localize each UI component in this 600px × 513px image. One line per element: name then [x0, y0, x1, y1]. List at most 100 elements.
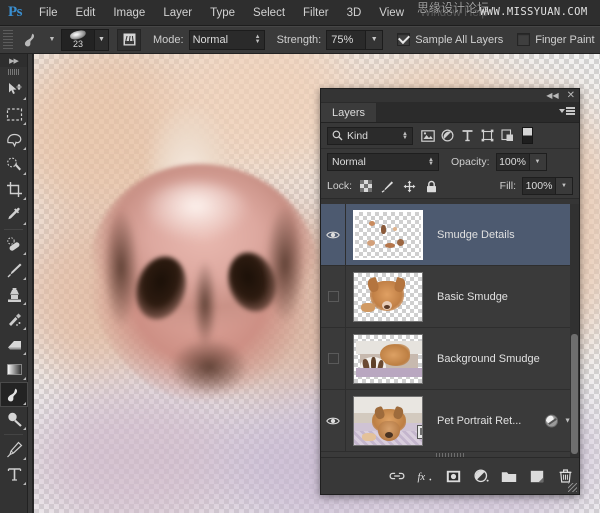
- new-layer-button[interactable]: [529, 467, 545, 485]
- layer-fx-icon[interactable]: [545, 414, 559, 427]
- opacity-label: Opacity:: [451, 155, 490, 168]
- layer-blend-mode-value: Normal: [332, 155, 366, 168]
- layer-visibility-toggle[interactable]: [321, 327, 346, 390]
- layer-name[interactable]: Pet Portrait Ret...: [437, 415, 521, 427]
- opacity-chevron-down-icon[interactable]: ▼: [529, 152, 547, 171]
- layer-visibility-toggle[interactable]: [321, 204, 346, 266]
- brush-size-preview[interactable]: 23: [61, 28, 95, 51]
- layer-thumbnail[interactable]: [353, 333, 423, 384]
- layer-thumbnail[interactable]: [353, 271, 423, 322]
- table-row[interactable]: Basic Smudge: [321, 265, 579, 328]
- smudge-tool-icon[interactable]: [17, 28, 45, 52]
- tab-layers[interactable]: Layers: [321, 103, 378, 122]
- adjustment-layer-button[interactable]: [473, 467, 489, 485]
- layer-effects-indicator[interactable]: ▼: [545, 414, 571, 427]
- filter-shape-layers-icon[interactable]: [479, 127, 496, 145]
- opacity-value[interactable]: 100%: [495, 152, 530, 171]
- filter-enable-toggle[interactable]: [522, 127, 533, 144]
- filter-adjustment-layers-icon[interactable]: [439, 127, 456, 145]
- layer-thumbnail[interactable]: [353, 209, 423, 260]
- checkbox-checked-icon: [397, 33, 411, 46]
- menu-3d[interactable]: 3D: [338, 0, 371, 26]
- spot-healing-brush-tool[interactable]: [0, 232, 28, 257]
- dodge-tool[interactable]: [0, 407, 28, 432]
- strength-chevron-down-icon[interactable]: ▼: [366, 29, 384, 50]
- eraser-tool[interactable]: [0, 332, 28, 357]
- layer-mask-button[interactable]: [445, 467, 461, 485]
- filter-pixel-layers-icon[interactable]: [419, 127, 436, 145]
- collapse-panel-icon[interactable]: ◀◀: [546, 91, 558, 101]
- menu-file[interactable]: File: [30, 0, 67, 26]
- smart-object-badge-icon: [417, 424, 422, 439]
- crop-tool[interactable]: [0, 177, 28, 202]
- options-bar-grip[interactable]: [3, 29, 13, 50]
- move-tool[interactable]: [0, 77, 28, 102]
- eyedropper-tool[interactable]: [0, 202, 28, 227]
- menu-select[interactable]: Select: [244, 0, 294, 26]
- strength-label: Strength:: [276, 33, 322, 46]
- layer-name[interactable]: Basic Smudge: [437, 291, 508, 303]
- lasso-tool[interactable]: [0, 127, 28, 152]
- lock-image-pixels-icon[interactable]: [381, 179, 394, 193]
- sample-all-layers-checkbox[interactable]: Sample All Layers: [397, 33, 503, 46]
- table-row[interactable]: Smudge Details: [321, 204, 579, 266]
- quick-selection-tool[interactable]: [0, 152, 28, 177]
- layers-scrollbar[interactable]: [570, 204, 579, 457]
- tools-panel-grip[interactable]: [0, 67, 27, 77]
- menu-edit[interactable]: Edit: [67, 0, 105, 26]
- lock-position-icon[interactable]: [403, 179, 416, 193]
- filter-kind-select[interactable]: Kind ▲ ▼: [327, 126, 413, 145]
- table-row[interactable]: Background Smudge: [321, 327, 579, 390]
- blend-mode-select[interactable]: Normal ▲ ▼: [188, 29, 265, 50]
- menu-filter[interactable]: Filter: [294, 0, 338, 26]
- scrollbar-thumb[interactable]: [571, 334, 578, 454]
- panel-title-bar[interactable]: ◀◀ ✕: [321, 89, 579, 103]
- lock-transparent-pixels-icon[interactable]: [359, 179, 372, 193]
- clone-stamp-tool[interactable]: [0, 282, 28, 307]
- layer-blend-mode-select[interactable]: Normal ▲ ▼: [327, 152, 439, 171]
- menu-window-help-obscured[interactable]: Window Help: [420, 0, 488, 26]
- brush-panel-button[interactable]: [117, 28, 141, 51]
- history-brush-tool[interactable]: [0, 307, 28, 332]
- pen-tool[interactable]: [0, 437, 28, 462]
- finger-painting-checkbox[interactable]: Finger Paint: [517, 33, 595, 46]
- layer-list[interactable]: Smudge Details Basic Smudge Background S…: [321, 204, 579, 457]
- filter-type-layers-icon[interactable]: [459, 127, 476, 145]
- layer-name[interactable]: Background Smudge: [437, 353, 540, 365]
- tool-more-indicator: [23, 197, 26, 200]
- menu-layer[interactable]: Layer: [154, 0, 201, 26]
- blend-mode-value: Normal: [192, 33, 229, 46]
- gradient-tool[interactable]: [0, 357, 28, 382]
- tools-panel: ▶▶: [0, 54, 28, 513]
- strength-value[interactable]: 75%: [326, 29, 367, 50]
- tool-more-indicator: [23, 122, 26, 125]
- menu-view[interactable]: View: [370, 0, 413, 26]
- menu-image[interactable]: Image: [104, 0, 154, 26]
- layer-thumbnail[interactable]: [353, 395, 423, 446]
- panel-resize-handle[interactable]: [568, 483, 577, 492]
- close-icon[interactable]: ✕: [567, 90, 575, 101]
- double-chevron-right-icon[interactable]: ▶▶: [0, 54, 27, 67]
- table-row[interactable]: Pet Portrait Ret... ▼: [321, 389, 579, 452]
- layer-name[interactable]: Smudge Details: [437, 229, 515, 241]
- filter-smart-object-layers-icon[interactable]: [499, 127, 516, 145]
- panel-menu-icon[interactable]: [559, 107, 575, 115]
- search-icon: [332, 130, 343, 141]
- layer-style-button[interactable]: fx: [417, 467, 433, 485]
- lock-all-icon[interactable]: [425, 179, 438, 193]
- fill-chevron-down-icon[interactable]: ▼: [556, 177, 573, 195]
- watermark-url-text: WWW.MISSYUAN.COM: [480, 6, 588, 18]
- horizontal-type-tool[interactable]: [0, 462, 28, 487]
- menu-type[interactable]: Type: [201, 0, 244, 26]
- fill-value[interactable]: 100%: [522, 177, 556, 195]
- layer-visibility-toggle[interactable]: [321, 265, 346, 328]
- new-group-button[interactable]: [501, 467, 517, 485]
- link-layers-button[interactable]: [389, 467, 405, 485]
- layer-visibility-toggle[interactable]: [321, 389, 346, 452]
- rectangular-marquee-tool[interactable]: [0, 102, 28, 127]
- chevron-updown-icon: ▲ ▼: [402, 130, 408, 141]
- tool-preset-chevron-icon[interactable]: ▼: [45, 28, 59, 52]
- brush-preset-chevron-icon[interactable]: ▼: [95, 28, 109, 51]
- brush-tool[interactable]: [0, 257, 28, 282]
- smudge-tool[interactable]: [0, 382, 28, 407]
